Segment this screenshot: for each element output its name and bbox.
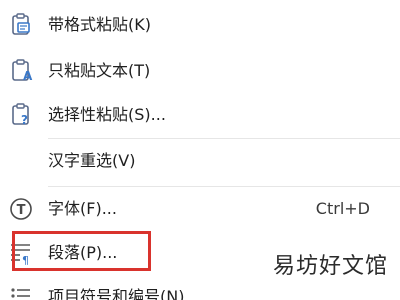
menu-item-label: 汉字重选(V) <box>48 151 136 170</box>
menu-item-font[interactable]: T 字体(F)... Ctrl+D <box>0 192 400 226</box>
menu-item-paste-text[interactable]: A 只粘贴文本(T) <box>0 54 400 88</box>
menu-item-label: 选择性粘贴(S)... <box>48 105 166 124</box>
font-icon: T <box>8 196 34 222</box>
context-menu: 带格式粘贴(K) A 只粘贴文本(T) ? 选择性粘贴(S)... 汉字重选(V… <box>0 0 400 300</box>
svg-text:T: T <box>17 203 26 218</box>
menu-separator <box>48 186 400 187</box>
paste-formatted-icon <box>8 12 34 38</box>
menu-item-label: 项目符号和编号(N)... <box>48 287 200 300</box>
menu-item-paste-special[interactable]: ? 选择性粘贴(S)... <box>0 98 400 132</box>
menu-separator <box>48 138 400 139</box>
bullets-numbering-icon <box>8 284 34 300</box>
paste-text-icon: A <box>8 58 34 84</box>
menu-item-label: 只粘贴文本(T) <box>48 61 151 80</box>
menu-item-label: 带格式粘贴(K) <box>48 15 151 34</box>
paste-special-icon: ? <box>8 102 34 128</box>
svg-text:?: ? <box>21 113 28 127</box>
highlight-box <box>12 231 151 271</box>
svg-text:A: A <box>23 69 33 83</box>
menu-item-reselect-chinese[interactable]: 汉字重选(V) <box>0 144 400 178</box>
menu-item-bullets-numbering[interactable]: 项目符号和编号(N)... <box>0 280 400 300</box>
menu-item-shortcut: Ctrl+D <box>315 199 370 218</box>
watermark-text: 易坊好文馆 <box>272 254 388 279</box>
menu-item-paste-formatted[interactable]: 带格式粘贴(K) <box>0 8 400 42</box>
menu-item-label: 字体(F)... <box>48 199 117 218</box>
